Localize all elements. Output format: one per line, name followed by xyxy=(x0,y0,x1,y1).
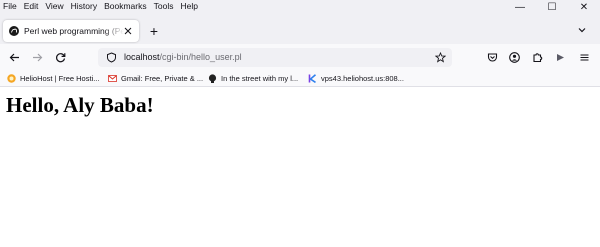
bookmark-in-the-street[interactable]: In the street with my l... xyxy=(208,72,298,84)
page-heading: Hello, Aly Baba! xyxy=(6,93,154,117)
bookmark-gmail[interactable]: Gmail: Free, Private & ... xyxy=(108,72,203,84)
menu-bookmarks[interactable]: Bookmarks xyxy=(104,1,147,11)
new-tab-button[interactable]: + xyxy=(146,22,162,40)
app-menu-button[interactable] xyxy=(576,49,592,65)
hamburger-menu-icon xyxy=(580,53,588,61)
account-icon xyxy=(508,51,520,63)
reload-button[interactable] xyxy=(52,49,68,65)
bookmark-label: vps43.heliohost.us:808... xyxy=(321,73,404,83)
maximize-button[interactable]: ☐ xyxy=(536,0,568,14)
address-bar[interactable]: localhost/cgi-bin/hello_user.pl xyxy=(98,48,452,67)
title-bar: File Edit View History Bookmarks Tools H… xyxy=(0,0,600,44)
pocket-icon xyxy=(487,52,497,62)
extension-button[interactable] xyxy=(552,49,568,65)
k-logo-icon xyxy=(308,73,317,83)
bookmark-label: Gmail: Free, Private & ... xyxy=(121,73,204,83)
account-button[interactable] xyxy=(506,49,522,65)
bookmarks-toolbar: HelioHost | Free Hosti... Gmail: Free, P… xyxy=(0,70,600,87)
head-icon xyxy=(208,73,217,83)
arrow-left-icon xyxy=(9,53,19,61)
site-info-icon[interactable] xyxy=(106,52,117,63)
url-text[interactable]: localhost/cgi-bin/hello_user.pl xyxy=(124,48,242,67)
menu-file[interactable]: File xyxy=(3,1,17,11)
forward-button[interactable] xyxy=(29,49,45,65)
arrow-right-icon xyxy=(32,53,42,61)
reload-icon xyxy=(55,52,65,62)
star-icon[interactable] xyxy=(435,52,446,63)
page-content: Hello, Aly Baba! xyxy=(0,87,600,247)
chevron-down-icon xyxy=(578,28,586,33)
minimize-button[interactable]: — xyxy=(504,0,536,14)
bookmark-heliohost[interactable]: HelioHost | Free Hosti... xyxy=(7,72,99,84)
close-tab-icon[interactable] xyxy=(122,25,134,37)
menu-tools[interactable]: Tools xyxy=(154,1,174,11)
list-all-tabs-button[interactable] xyxy=(576,24,588,36)
bookmark-label: In the street with my l... xyxy=(221,73,299,83)
gmail-icon xyxy=(108,74,117,82)
tab-perl-web-programming[interactable]: Perl web programming (Perl scripts) xyxy=(3,20,139,42)
bookmark-vps43[interactable]: vps43.heliohost.us:808... xyxy=(308,72,404,84)
extensions-button[interactable] xyxy=(529,49,545,65)
menu-view[interactable]: View xyxy=(45,1,63,11)
url-host: localhost xyxy=(124,52,160,62)
menu-help[interactable]: Help xyxy=(180,1,197,11)
extension-icon xyxy=(556,53,564,61)
perl-camel-icon xyxy=(9,26,19,36)
menu-history[interactable]: History xyxy=(71,1,97,11)
heliohost-icon xyxy=(7,73,16,83)
url-path: /cgi-bin/hello_user.pl xyxy=(159,52,242,62)
puzzle-icon xyxy=(532,52,542,62)
menubar: File Edit View History Bookmarks Tools H… xyxy=(0,0,420,12)
tab-title: Perl web programming (Perl scripts) xyxy=(24,26,124,36)
bookmark-label: HelioHost | Free Hosti... xyxy=(20,73,100,83)
close-window-button[interactable]: ✕ xyxy=(568,0,600,14)
browser-window: File Edit View History Bookmarks Tools H… xyxy=(0,0,600,247)
pocket-button[interactable] xyxy=(484,49,500,65)
window-controls: — ☐ ✕ xyxy=(504,0,600,14)
menu-edit[interactable]: Edit xyxy=(24,1,39,11)
back-button[interactable] xyxy=(6,49,22,65)
